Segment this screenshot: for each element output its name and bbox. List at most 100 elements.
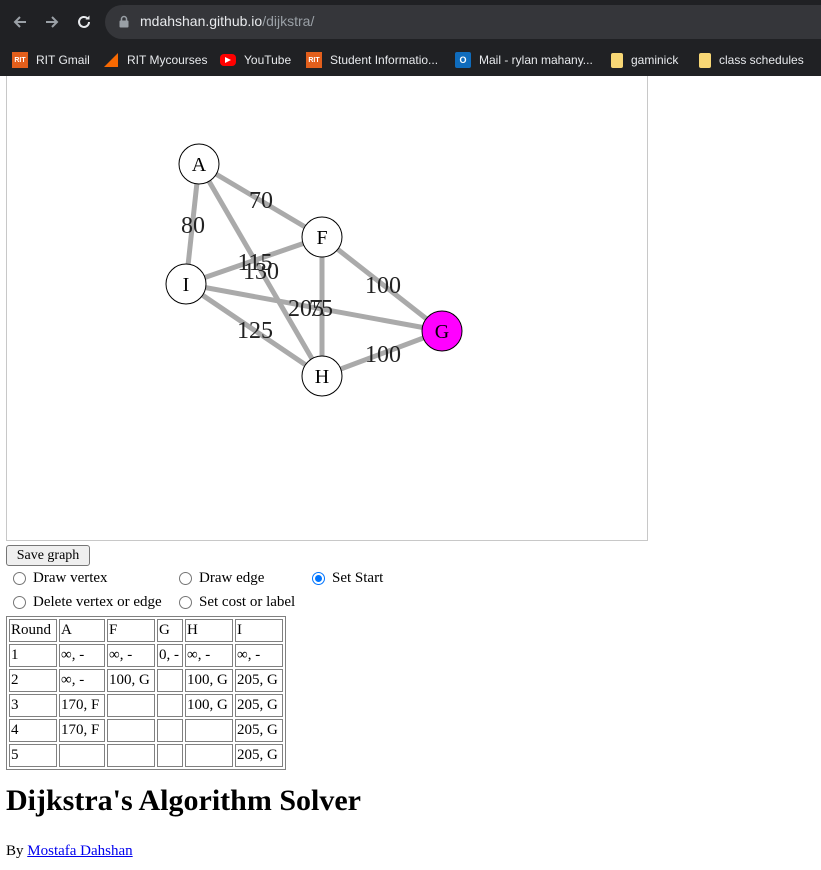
- rit-icon: RIT: [12, 52, 28, 68]
- table-cell: 170, F: [59, 719, 105, 742]
- option-label: Set cost or label: [199, 594, 296, 610]
- page-title: Dijkstra's Algorithm Solver: [6, 784, 361, 817]
- table-cell: 4: [9, 719, 57, 742]
- option-label: Draw edge: [199, 570, 265, 586]
- bookmark-youtube[interactable]: YouTube: [220, 49, 291, 71]
- table-cell: 0, -: [157, 644, 183, 667]
- vertex-label: A: [192, 154, 207, 176]
- column-header: A: [59, 619, 105, 642]
- url-text: mdahshan.github.io/dijkstra/: [140, 13, 314, 29]
- back-button[interactable]: [7, 9, 33, 35]
- graph-canvas[interactable]: 70 80 130 115 75 205 100 125 100 A F I G H: [6, 76, 648, 541]
- outlook-icon: O: [455, 52, 471, 68]
- radio-button-selected[interactable]: [312, 572, 325, 585]
- bookmark-student-information[interactable]: RIT Student Informatio...: [306, 49, 438, 71]
- column-header: G: [157, 619, 183, 642]
- bookmark-folder-class-schedules[interactable]: class schedules: [699, 49, 804, 71]
- bookmark-label: Student Informatio...: [330, 53, 439, 67]
- set-cost-or-label-option[interactable]: Set cost or label: [179, 594, 295, 611]
- vertex-label: G: [435, 321, 449, 343]
- bookmark-rit-mycourses[interactable]: RIT Mycourses: [103, 49, 207, 71]
- edge-cost-label: 125: [237, 318, 273, 344]
- byline-prefix: By: [6, 843, 24, 859]
- bookmark-label: YouTube: [244, 53, 292, 67]
- table-row: 1 ∞, - ∞, - 0, - ∞, - ∞, -: [9, 644, 283, 667]
- table-cell: ∞, -: [107, 644, 155, 667]
- edge-cost-label: 100: [365, 273, 401, 299]
- column-header: I: [235, 619, 283, 642]
- table-cell: 2: [9, 669, 57, 692]
- author-link[interactable]: Mostafa Dahshan: [27, 843, 132, 859]
- graph-drawing: 708013011575205100125100AFIGH: [165, 143, 463, 397]
- table-cell: 100, G: [185, 669, 233, 692]
- browser-chrome: mdahshan.github.io/dijkstra/ RIT RIT Gmai…: [0, 0, 821, 76]
- table-cell: [107, 744, 155, 767]
- arrow-right-icon: [46, 16, 59, 28]
- table-row: 3 170, F 100, G 205, G: [9, 694, 283, 717]
- table-cell: 5: [9, 744, 57, 767]
- folder-icon: [611, 52, 623, 68]
- option-label: Set Start: [332, 570, 384, 586]
- arrow-left-icon: [13, 16, 26, 28]
- table-cell: ∞, -: [185, 644, 233, 667]
- column-header: F: [107, 619, 155, 642]
- table-row: 4 170, F 205, G: [9, 719, 283, 742]
- edge-cost-label: 70: [249, 188, 273, 214]
- bookmark-folder-gaminick[interactable]: gaminick: [611, 49, 678, 71]
- bookmark-rit-gmail[interactable]: RIT RIT Gmail: [12, 49, 90, 71]
- rit-icon: RIT: [306, 52, 322, 68]
- bookmark-outlook-mail[interactable]: O Mail - rylan mahany...: [455, 49, 593, 71]
- table-row: 2 ∞, - 100, G 100, G 205, G: [9, 669, 283, 692]
- table-header-row: Round A F G H I: [9, 619, 283, 642]
- table-cell: 205, G: [235, 744, 283, 767]
- address-bar[interactable]: mdahshan.github.io/dijkstra/: [105, 5, 821, 39]
- table-cell: [107, 694, 155, 717]
- column-header: Round: [9, 619, 57, 642]
- vertex-label: F: [316, 227, 327, 249]
- table-cell: [185, 719, 233, 742]
- table-cell: [157, 694, 183, 717]
- radio-button[interactable]: [13, 596, 26, 609]
- save-graph-button[interactable]: Save graph: [6, 545, 90, 566]
- reload-button[interactable]: [71, 9, 97, 35]
- reload-icon: [78, 15, 90, 28]
- draw-vertex-option[interactable]: Draw vertex: [13, 570, 108, 587]
- table-cell: [185, 744, 233, 767]
- radio-button[interactable]: [179, 596, 192, 609]
- set-start-option[interactable]: Set Start: [312, 570, 383, 587]
- option-label: Delete vertex or edge: [33, 594, 162, 610]
- vertex-label: I: [183, 274, 190, 296]
- radio-button[interactable]: [179, 572, 192, 585]
- table-cell: 205, G: [235, 694, 283, 717]
- results-table: Round A F G H I 1 ∞, - ∞, - 0, - ∞, - ∞,…: [6, 616, 286, 770]
- browser-toolbar: mdahshan.github.io/dijkstra/: [0, 0, 821, 44]
- table-cell: [107, 719, 155, 742]
- edge-cost-label: 80: [181, 213, 205, 239]
- table-row: 5 205, G: [9, 744, 283, 767]
- option-label: Draw vertex: [33, 570, 108, 586]
- draw-edge-option[interactable]: Draw edge: [179, 570, 264, 587]
- radio-button[interactable]: [13, 572, 26, 585]
- forward-button[interactable]: [39, 9, 65, 35]
- table-cell: [157, 744, 183, 767]
- table-cell: ∞, -: [59, 644, 105, 667]
- table-cell: 205, G: [235, 669, 283, 692]
- mycourses-icon: [103, 52, 119, 68]
- table-cell: 3: [9, 694, 57, 717]
- table-cell: 100, G: [185, 694, 233, 717]
- vertex-label: H: [315, 366, 329, 388]
- bookmark-label: RIT Mycourses: [127, 53, 208, 67]
- bookmark-label: class schedules: [719, 53, 804, 67]
- delete-vertex-or-edge-option[interactable]: Delete vertex or edge: [13, 594, 162, 611]
- table-cell: 100, G: [107, 669, 155, 692]
- bookmark-label: RIT Gmail: [36, 53, 90, 67]
- table-cell: [59, 744, 105, 767]
- bookmark-label: Mail - rylan mahany...: [479, 53, 593, 67]
- table-cell: 205, G: [235, 719, 283, 742]
- folder-icon: [699, 52, 711, 68]
- table-cell: 170, F: [59, 694, 105, 717]
- edge-cost-label: 205: [288, 296, 324, 322]
- byline: By Mostafa Dahshan: [6, 843, 133, 860]
- url-path: /dijkstra/: [262, 13, 315, 29]
- table-cell: ∞, -: [59, 669, 105, 692]
